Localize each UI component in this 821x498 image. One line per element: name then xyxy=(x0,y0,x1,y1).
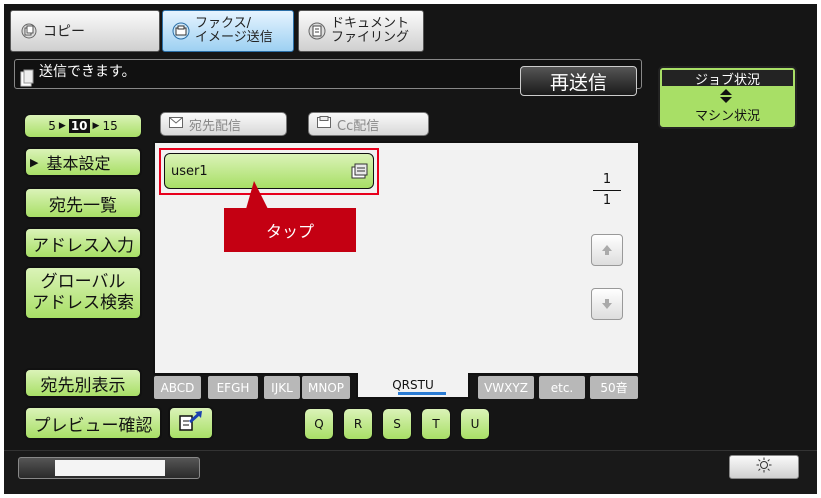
letter-button-u[interactable]: U xyxy=(460,408,490,440)
letter-button-r[interactable]: R xyxy=(343,408,373,440)
up-down-arrow-icon xyxy=(718,88,734,104)
address-list-button[interactable]: 宛先一覧 xyxy=(24,187,142,219)
cc-send-button[interactable]: Cc配信 xyxy=(308,112,429,136)
to-send-label: 宛先配信 xyxy=(189,118,242,134)
alpha-tab-etc[interactable]: etc. xyxy=(539,376,585,399)
alpha-tab-label: VWXYZ xyxy=(484,380,528,395)
scroll-down-button[interactable] xyxy=(591,288,623,320)
progress-indicator xyxy=(18,457,200,479)
address-card-icon xyxy=(351,162,369,184)
letter-label: S xyxy=(393,417,401,431)
letter-label: Q xyxy=(314,417,324,431)
job-status-button[interactable]: ジョブ状況 マシン状況 xyxy=(658,66,797,129)
sun-icon xyxy=(756,457,772,477)
letter-label: R xyxy=(353,417,363,431)
tap-callout-label: タップ xyxy=(265,222,314,241)
letter-label: U xyxy=(470,417,480,431)
tab-fax-label-line2: イメージ送信 xyxy=(195,30,273,45)
document-filing-icon xyxy=(307,21,327,41)
alpha-tab-mnop[interactable]: MNOP xyxy=(302,376,350,399)
alpha-tab-efgh[interactable]: EFGH xyxy=(208,376,258,399)
resend-button[interactable]: 再送信 xyxy=(520,66,637,96)
arrow-up-icon xyxy=(601,241,613,260)
machine-status-label: マシン状況 xyxy=(694,109,760,124)
alpha-tab-label: 50音 xyxy=(600,381,628,395)
letter-label: T xyxy=(432,417,440,431)
letter-button-s[interactable]: S xyxy=(382,408,412,440)
tab-document-filing[interactable]: ドキュメント ファイリング xyxy=(298,10,424,52)
address-list-label: 宛先一覧 xyxy=(49,195,117,216)
job-status-title: ジョブ状況 xyxy=(662,70,793,88)
page-divider xyxy=(593,190,621,191)
page-total: 1 xyxy=(602,193,612,208)
global-address-search-button[interactable]: グローバル アドレス検索 xyxy=(24,266,142,320)
preview-button[interactable]: プレビュー確認 xyxy=(24,406,162,440)
alpha-tab-label: etc. xyxy=(550,380,574,395)
scroll-up-button[interactable] xyxy=(591,234,623,266)
sort-display-button[interactable]: 宛先別表示 xyxy=(24,368,142,398)
letter-button-t[interactable]: T xyxy=(421,408,451,440)
tab-copy[interactable]: コピー xyxy=(10,10,160,52)
tap-callout: タップ xyxy=(224,208,356,252)
address-transfer-button[interactable] xyxy=(168,406,214,440)
display-count-selector[interactable]: 5 ▶ 10 ▶ 15 xyxy=(24,114,142,138)
alpha-tab-label: ABCD xyxy=(160,380,195,395)
tab-docfiling-label-line2: ファイリング xyxy=(331,30,410,45)
triangle-right-icon: ▶ xyxy=(58,121,66,131)
count-option-15: 15 xyxy=(102,119,118,133)
touch-panel-screen: コピー ファクス/ イメージ送信 ドキュメント ファイリング 送信できます。 再… xyxy=(4,4,817,494)
cc-send-label: Cc配信 xyxy=(337,118,380,134)
global-search-label-line1: グローバル xyxy=(40,272,126,292)
address-entry-label: アドレス入力 xyxy=(32,235,134,256)
address-entry-name: user1 xyxy=(171,163,208,179)
tab-fax-image-send[interactable]: ファクス/ イメージ送信 xyxy=(162,10,294,52)
count-option-10-selected: 10 xyxy=(68,119,90,133)
envelope-icon xyxy=(169,116,183,132)
fax-image-send-icon xyxy=(171,21,191,41)
address-book-arrow-icon xyxy=(178,410,204,436)
cc-envelope-icon xyxy=(317,116,331,132)
to-send-button[interactable]: 宛先配信 xyxy=(160,112,287,136)
alpha-tab-ijkl[interactable]: IJKL xyxy=(264,376,300,399)
address-entry-button[interactable]: アドレス入力 xyxy=(24,227,142,259)
alpha-tab-label: EFGH xyxy=(216,380,250,395)
alpha-tab-label: QRSTU xyxy=(392,378,434,392)
triangle-right-icon: ▶ xyxy=(92,121,100,131)
letter-button-q[interactable]: Q xyxy=(304,408,334,440)
tab-fax-label-line1: ファクス/ xyxy=(195,16,251,31)
document-icon xyxy=(20,69,34,87)
basic-settings-label: 基本設定 xyxy=(46,154,111,173)
page-current: 1 xyxy=(602,172,612,187)
alpha-tab-label: IJKL xyxy=(271,380,293,395)
brightness-button[interactable] xyxy=(729,455,799,479)
alpha-tab-vwxyz[interactable]: VWXYZ xyxy=(478,376,534,399)
selected-tab-underline xyxy=(398,392,446,395)
global-search-label-line2: アドレス検索 xyxy=(32,293,134,313)
alpha-tab-label: MNOP xyxy=(307,380,344,395)
count-option-5: 5 xyxy=(48,119,56,133)
alpha-tab-qrstu-selected[interactable]: QRSTU xyxy=(356,373,470,399)
basic-settings-button[interactable]: ▶ 基本設定 xyxy=(24,147,142,177)
copy-icon xyxy=(19,21,39,41)
status-message: 送信できます。 xyxy=(39,64,136,80)
resend-button-label: 再送信 xyxy=(549,71,607,94)
tab-copy-label: コピー xyxy=(43,24,85,40)
preview-label: プレビュー確認 xyxy=(33,415,153,436)
alpha-tab-50on[interactable]: 50音 xyxy=(590,376,638,399)
alpha-tab-abcd[interactable]: ABCD xyxy=(154,376,201,399)
callout-pointer xyxy=(246,181,268,209)
arrow-down-icon xyxy=(601,295,613,314)
sort-display-label: 宛先別表示 xyxy=(40,375,126,396)
triangle-right-icon: ▶ xyxy=(30,155,39,169)
tab-docfiling-label-line1: ドキュメント xyxy=(331,16,410,31)
progress-fill xyxy=(55,460,165,476)
